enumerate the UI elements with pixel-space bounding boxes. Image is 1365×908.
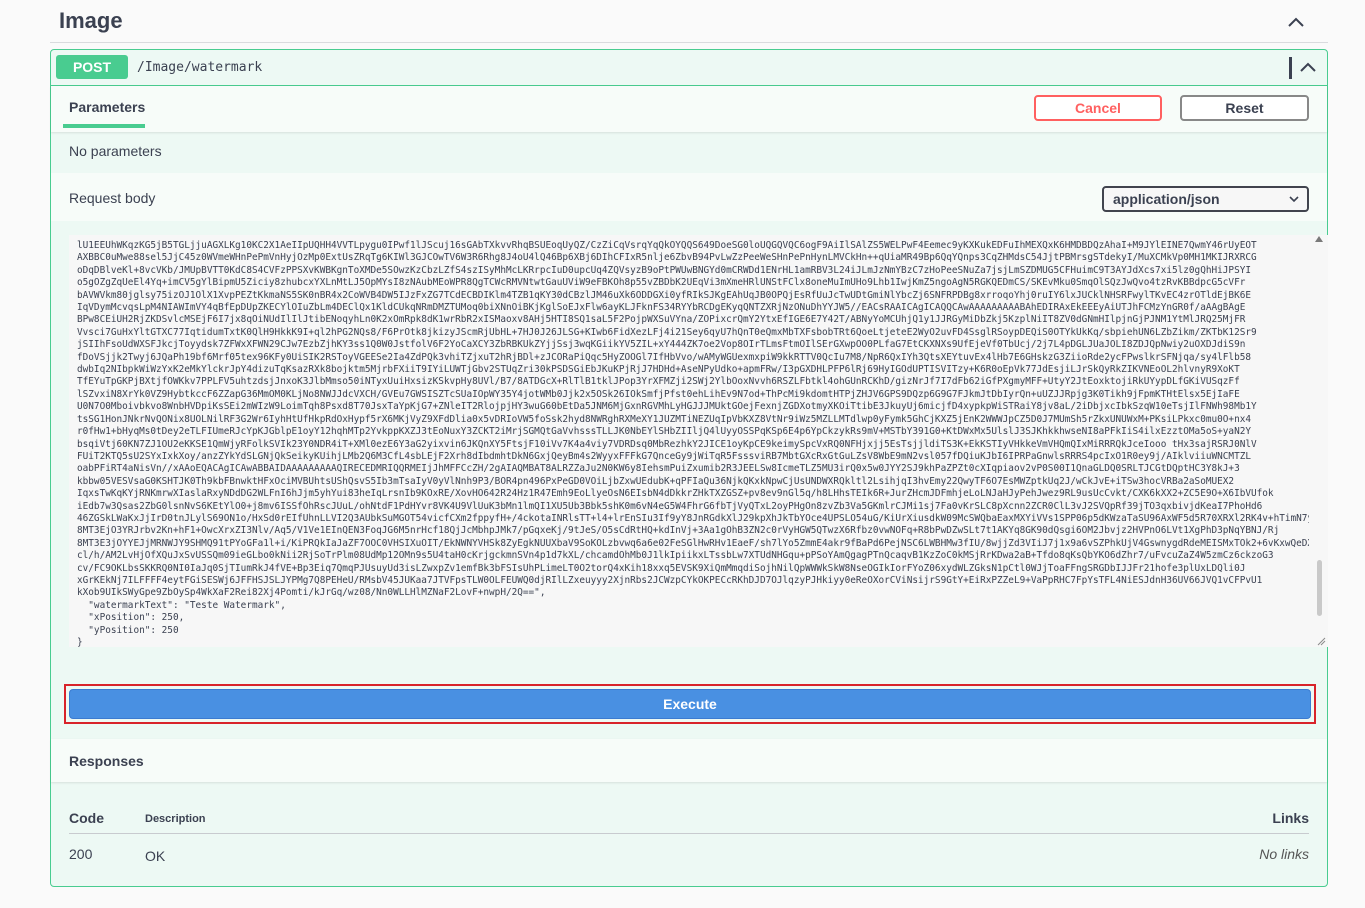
response-code: 200	[69, 846, 93, 862]
code-line: "watermarkText": "Teste Watermark",	[77, 599, 286, 611]
no-parameters-text: No parameters	[69, 143, 162, 159]
code-line: "xPosition": 250,	[77, 612, 185, 624]
code-line: tsSG1HonJNkrNvQONix8UOLNilRF3G2Wr6IyhHtU…	[77, 413, 1251, 425]
code-line: oabPFiRT4aNisVn//xAAoEQACAgICAwABBAIDAAA…	[77, 463, 1240, 475]
chevron-up-icon[interactable]	[1286, 12, 1306, 32]
content-type-value: application/json	[1113, 191, 1220, 207]
code-line: r0fHw1+bHyqMs0tDey2eTLFIUmeRJcYpKJGblpE1…	[77, 426, 1251, 438]
code-line: 46ZGSkLWaKxJjIrD0tnJLylS69ON1o/HxSd0rEIf…	[77, 512, 1309, 524]
code-line: 8MT3EjO3YRJrbv2Kn+hF1+OwcXrxZI3Nlv/Aq5/V…	[77, 525, 1280, 537]
code-line: AXBBC0uMwe88sel5JjC45z0WVmeWHnPePmVnHyjO…	[77, 252, 1257, 264]
code-line: cv/FC9OKLbsSKKRQ0NI0IaJq0SjTIumRkJ4fVE+B…	[77, 562, 1246, 574]
table-divider	[69, 833, 1309, 834]
method-badge: POST	[56, 55, 128, 79]
code-line: 8MT3E3jOYYEJjMRNWJY9SHMQ91tPYoGFa1l+i/Ki…	[77, 537, 1309, 549]
code-line: "yPosition": 250	[77, 624, 179, 636]
execute-button[interactable]: Execute	[69, 689, 1311, 719]
code-line: }	[77, 637, 83, 647]
code-line: cl/h/AM2LvHjOfXQuJxSvUSSQm09ieGLbo0kNii2…	[77, 550, 1274, 562]
code-line: IqxsTwKqKYjRNKmrwXIaslaRxyNDdDG2WLFnI6hJ…	[77, 488, 1274, 500]
code-line: FUiT2KTQ5sU2SYxIxkXoy/anzZYkYdSLGNjQkSei…	[77, 450, 1251, 462]
chevron-up-icon[interactable]	[1297, 58, 1319, 78]
code-line: kXob9UIkSWyGpe9ZbOySp4WkXaF2Rei82Xj4Pomt…	[77, 587, 546, 599]
request-body-header: Request body application/json	[51, 173, 1327, 221]
responses-header: Responses	[51, 739, 1327, 782]
code-line: kbbw05VESVsaG0KSHTJK0Th9kbFBnwktHFxOciMV…	[77, 475, 1235, 487]
code-line: o5gOZgZqUeEl4Yq+imCV5gYlBipmU5Ziciy8zhub…	[77, 277, 1246, 289]
parameters-header: Parameters Cancel Reset	[51, 86, 1327, 132]
response-links: No links	[1259, 846, 1309, 862]
col-header-description: Description	[145, 813, 206, 825]
execute-highlight-frame: Execute	[64, 684, 1316, 724]
request-body-label: Request body	[69, 190, 156, 206]
code-line: bsqiVtj60KN7ZJ1OU2eKKSE1QmWjyRFolkSVIk23…	[77, 438, 1257, 450]
code-line: lSZvxiN8XrYk0VZ9HybtkccF6ZZapG36MmOM0KLj…	[77, 388, 1240, 400]
tag-title: Image	[59, 8, 123, 33]
tab-parameters[interactable]: Parameters	[63, 86, 145, 132]
code-line: BPw8CEiUH2RjZKDSvlcMSEjF6I7jx8qOiNUdIlIl…	[77, 314, 1246, 326]
scroll-up-arrow-icon[interactable]	[1314, 235, 1324, 243]
summary-divider	[1289, 57, 1292, 79]
code-line: oDqDBlveKl+8vcVKb/JMUpBVTT0KdC8S4CVFzPPS…	[77, 264, 1251, 276]
responses-title: Responses	[69, 753, 144, 769]
resize-handle-icon[interactable]	[1316, 636, 1326, 646]
code-line: xGrKEkNj7ILFFFF4eytFGiSESWj6JFFHSJSLJYPM…	[77, 574, 1263, 586]
swagger-page: Image POST /Image/watermark Parameters C…	[0, 0, 1365, 908]
response-description: OK	[145, 848, 166, 864]
code-line: Vvsci7GuHxYltGTXC77IqtidumTxtK0QlH9HkkK9…	[77, 326, 1257, 338]
scrollbar-thumb[interactable]	[1317, 560, 1322, 616]
tab-parameters-label: Parameters	[69, 99, 146, 115]
cancel-button[interactable]: Cancel	[1034, 95, 1162, 121]
col-header-links: Links	[1272, 810, 1309, 826]
operation-block: POST /Image/watermark Parameters Cancel …	[50, 49, 1328, 887]
tag-header[interactable]: Image	[50, 0, 1328, 43]
code-line: IqVDymMcvqsLpM4NIAWImVY4qBfEpDUpZKECYlOI…	[77, 302, 1246, 314]
operation-summary[interactable]: POST /Image/watermark	[51, 50, 1327, 86]
code-line: lU1EEUhWKqzKG5jB5TGLjjuAGXLKg10KC2X1AeII…	[77, 240, 1257, 251]
code-line: TfEYuTpGKPjBXtjfOWKkv7PPLFV5uhtzdsjJnxoK…	[77, 376, 1240, 388]
operation-path: /Image/watermark	[137, 60, 263, 75]
col-header-code: Code	[69, 810, 104, 826]
request-body-editor[interactable]: lU1EEUhWKqzKG5jB5TGLjjuAGXLKg10KC2X1AeII…	[69, 235, 1328, 647]
chevron-down-icon	[1289, 196, 1299, 203]
content-type-select[interactable]: application/json	[1102, 186, 1309, 212]
code-line: bAVWVkm80jglsy75izOJ1OlX1XvpPEZtKkmaNS5S…	[77, 289, 1251, 301]
tab-active-indicator	[63, 124, 145, 128]
reset-button[interactable]: Reset	[1180, 95, 1309, 121]
code-line: U0N7O0Mboivbkvo8WnbHVDpiKsSEi2mWIzW9Loim…	[77, 401, 1257, 413]
request-body-code: lU1EEUhWKqzKG5jB5TGLjjuAGXLKg10KC2X1AeII…	[77, 240, 1309, 647]
code-line: iEdb7w3Qsas2ZbG0lsnNvS6KEtYlO0+j8mv6ISSf…	[77, 500, 1263, 512]
code-line: fDoVSjjk2Twyj6JQaPh19bf6Mrf05tex96KFy0Ui…	[77, 351, 1251, 363]
code-line: dwbIq2NIbpkWiWzYxK2eMkYlckrJpY4dizuTqKsa…	[77, 364, 1240, 376]
code-line: jSIIhFsoUdWXSFJkcjToyydsk7ZFWxXFWN29CJw7…	[77, 339, 1246, 351]
